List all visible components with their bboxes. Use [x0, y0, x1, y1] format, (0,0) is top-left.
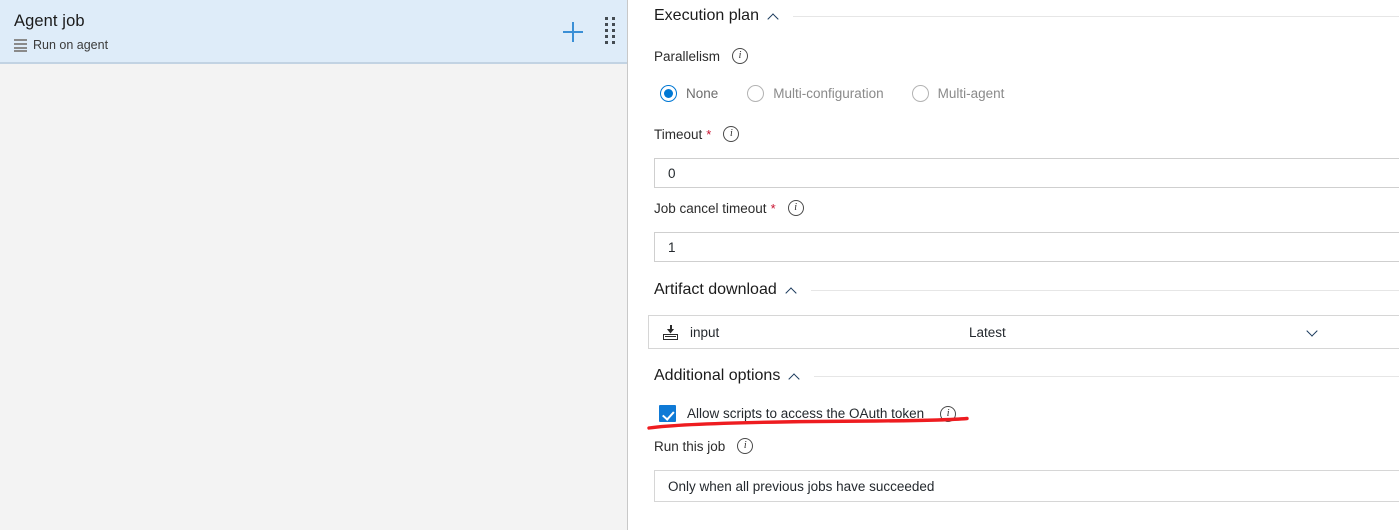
chevron-up-icon[interactable] [786, 285, 797, 296]
run-this-job-dropdown[interactable]: Only when all previous jobs have succeed… [654, 470, 1399, 502]
plus-icon[interactable] [561, 20, 585, 44]
chevron-down-icon[interactable] [1307, 327, 1318, 338]
section-header-artifact-download[interactable]: Artifact download [654, 281, 1399, 299]
radio-none[interactable]: None [660, 85, 718, 102]
info-icon[interactable]: i [737, 438, 754, 454]
radio-multi-agent[interactable]: Multi-agent [911, 85, 1005, 102]
info-icon[interactable]: i [940, 405, 957, 422]
radio-multi-configuration-indicator[interactable] [747, 85, 765, 102]
agent-job-title: Agent job [14, 12, 85, 30]
radio-none-indicator[interactable] [660, 85, 677, 102]
parallelism-radio-group[interactable]: None Multi-configuration Multi-agent [660, 85, 1004, 102]
job-settings-panel: Execution plan Parallelism i None Multi-… [629, 0, 1399, 530]
agent-job-card[interactable]: Agent job Run on agent [0, 0, 627, 64]
section-divider [792, 15, 1399, 17]
job-cancel-timeout-label-row: Job cancel timeout * i [654, 200, 804, 216]
agent-job-subtitle-row: Run on agent [14, 38, 108, 52]
run-this-job-label: Run this job [654, 438, 726, 454]
parallelism-label: Parallelism [654, 48, 721, 64]
section-title-additional-options: Additional options [654, 367, 781, 384]
job-cancel-timeout-label: Job cancel timeout [654, 200, 767, 216]
artifact-download-icon [663, 324, 678, 340]
artifact-name: input [690, 324, 720, 340]
chevron-up-icon[interactable] [789, 371, 800, 382]
section-divider [810, 289, 1399, 291]
radio-multi-agent-indicator[interactable] [911, 85, 929, 102]
timeout-required-marker: * [706, 126, 712, 142]
timeout-label-row: Timeout * i [654, 126, 740, 142]
timeout-label: Timeout [654, 126, 703, 142]
allow-oauth-token-label: Allow scripts to access the OAuth token [687, 406, 925, 421]
radio-multi-agent-label: Multi-agent [937, 86, 1005, 101]
server-icon [14, 38, 27, 52]
section-divider [814, 375, 1399, 377]
job-cancel-timeout-required-marker: * [770, 200, 776, 216]
artifact-version: Latest [969, 324, 1006, 340]
agent-job-subtitle: Run on agent [33, 38, 109, 52]
radio-none-label: None [686, 86, 719, 101]
allow-oauth-token-checkbox[interactable] [659, 405, 676, 422]
parallelism-label-row: Parallelism i [654, 48, 749, 64]
info-icon[interactable]: i [787, 200, 804, 216]
section-title-execution-plan: Execution plan [654, 7, 759, 24]
allow-oauth-token-checkbox-row[interactable]: Allow scripts to access the OAuth token … [659, 405, 957, 422]
drag-handle-icon[interactable] [605, 17, 615, 47]
info-icon[interactable]: i [723, 126, 740, 142]
radio-multi-configuration-label: Multi-configuration [773, 86, 884, 101]
chevron-up-icon[interactable] [768, 11, 779, 22]
pipeline-jobs-panel: Agent job Run on agent [0, 0, 628, 530]
section-header-execution-plan[interactable]: Execution plan [654, 7, 1399, 25]
radio-multi-configuration[interactable]: Multi-configuration [747, 85, 884, 102]
section-title-artifact-download: Artifact download [654, 281, 777, 298]
section-header-additional-options[interactable]: Additional options [654, 367, 1399, 385]
artifact-download-row[interactable]: input Latest [648, 315, 1399, 349]
timeout-input[interactable]: 0 [654, 158, 1399, 188]
job-cancel-timeout-input[interactable]: 1 [654, 232, 1399, 262]
run-this-job-label-row: Run this job i [654, 438, 754, 454]
info-icon[interactable]: i [732, 48, 749, 64]
